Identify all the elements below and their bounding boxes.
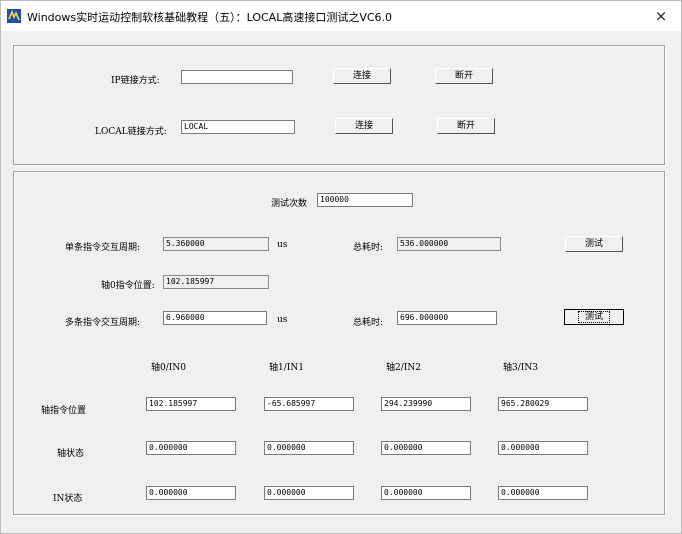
in3-status-input[interactable]: 0.000000: [498, 486, 588, 500]
multi-cycle-unit: us: [277, 315, 288, 325]
ip-link-label: IP链接方式:: [111, 76, 160, 86]
multi-cycle-value[interactable]: 6.960000: [163, 311, 267, 325]
ip-address-input[interactable]: [181, 70, 293, 84]
local-disconnect-button[interactable]: 断开: [437, 118, 495, 134]
test-count-input[interactable]: 100000: [317, 193, 413, 207]
row-label-position: 轴指令位置: [41, 406, 87, 416]
column-header-axis2: 轴2/IN2: [386, 363, 421, 373]
local-connect-button[interactable]: 连接: [335, 118, 393, 134]
in1-status-input[interactable]: 0.000000: [264, 486, 354, 500]
axis1-status-input[interactable]: 0.000000: [264, 441, 354, 455]
app-icon: [7, 9, 21, 23]
window-title: Windows实时运动控制软核基础教程（五）：LOCAL高速接口测试之VC6.0: [27, 11, 393, 24]
axis0-position-input[interactable]: 102.185997: [146, 397, 236, 411]
single-test-button[interactable]: 测试: [565, 236, 623, 252]
single-total-label: 总耗时:: [353, 243, 384, 253]
column-header-axis0: 轴0/IN0: [151, 363, 186, 373]
single-cycle-unit: us: [277, 240, 288, 250]
single-total-value: 536.000000: [397, 237, 501, 251]
local-link-label: LOCAL链接方式:: [95, 127, 167, 137]
row-label-status: 轴状态: [57, 449, 85, 459]
axis3-position-input[interactable]: 965.280029: [498, 397, 588, 411]
row-label-in-status: IN状态: [53, 494, 83, 504]
title-bar[interactable]: Windows实时运动控制软核基础教程（五）：LOCAL高速接口测试之VC6.0…: [1, 1, 681, 31]
multi-total-value[interactable]: 696.000000: [397, 311, 497, 325]
axis3-status-input[interactable]: 0.000000: [498, 441, 588, 455]
ip-connect-button[interactable]: 连接: [333, 68, 391, 84]
multi-total-label: 总耗时:: [353, 318, 384, 328]
main-window: Windows实时运动控制软核基础教程（五）：LOCAL高速接口测试之VC6.0…: [0, 0, 682, 534]
axis1-position-input[interactable]: -65.685997: [264, 397, 354, 411]
test-group: [13, 171, 665, 515]
test-count-label: 测试次数: [271, 199, 308, 209]
multi-test-button-label: 测试: [577, 311, 610, 323]
multi-test-button[interactable]: 测试: [564, 309, 624, 325]
axis0-position-label: 轴0指令位置:: [101, 281, 155, 291]
column-header-axis3: 轴3/IN3: [503, 363, 538, 373]
in2-status-input[interactable]: 0.000000: [381, 486, 471, 500]
local-input[interactable]: LOCAL: [181, 120, 295, 134]
axis0-status-input[interactable]: 0.000000: [146, 441, 236, 455]
axis2-status-input[interactable]: 0.000000: [381, 441, 471, 455]
in0-status-input[interactable]: 0.000000: [146, 486, 236, 500]
axis2-position-input[interactable]: 294.239990: [381, 397, 471, 411]
multi-cycle-label: 多条指令交互周期:: [65, 318, 141, 328]
axis0-position-value: 102.185997: [163, 275, 269, 289]
single-cycle-value: 5.360000: [163, 237, 269, 251]
connection-group: [13, 45, 665, 165]
single-cycle-label: 单条指令交互周期:: [65, 243, 141, 253]
close-icon[interactable]: ×: [641, 1, 681, 31]
ip-disconnect-button[interactable]: 断开: [435, 68, 493, 84]
column-header-axis1: 轴1/IN1: [269, 363, 304, 373]
